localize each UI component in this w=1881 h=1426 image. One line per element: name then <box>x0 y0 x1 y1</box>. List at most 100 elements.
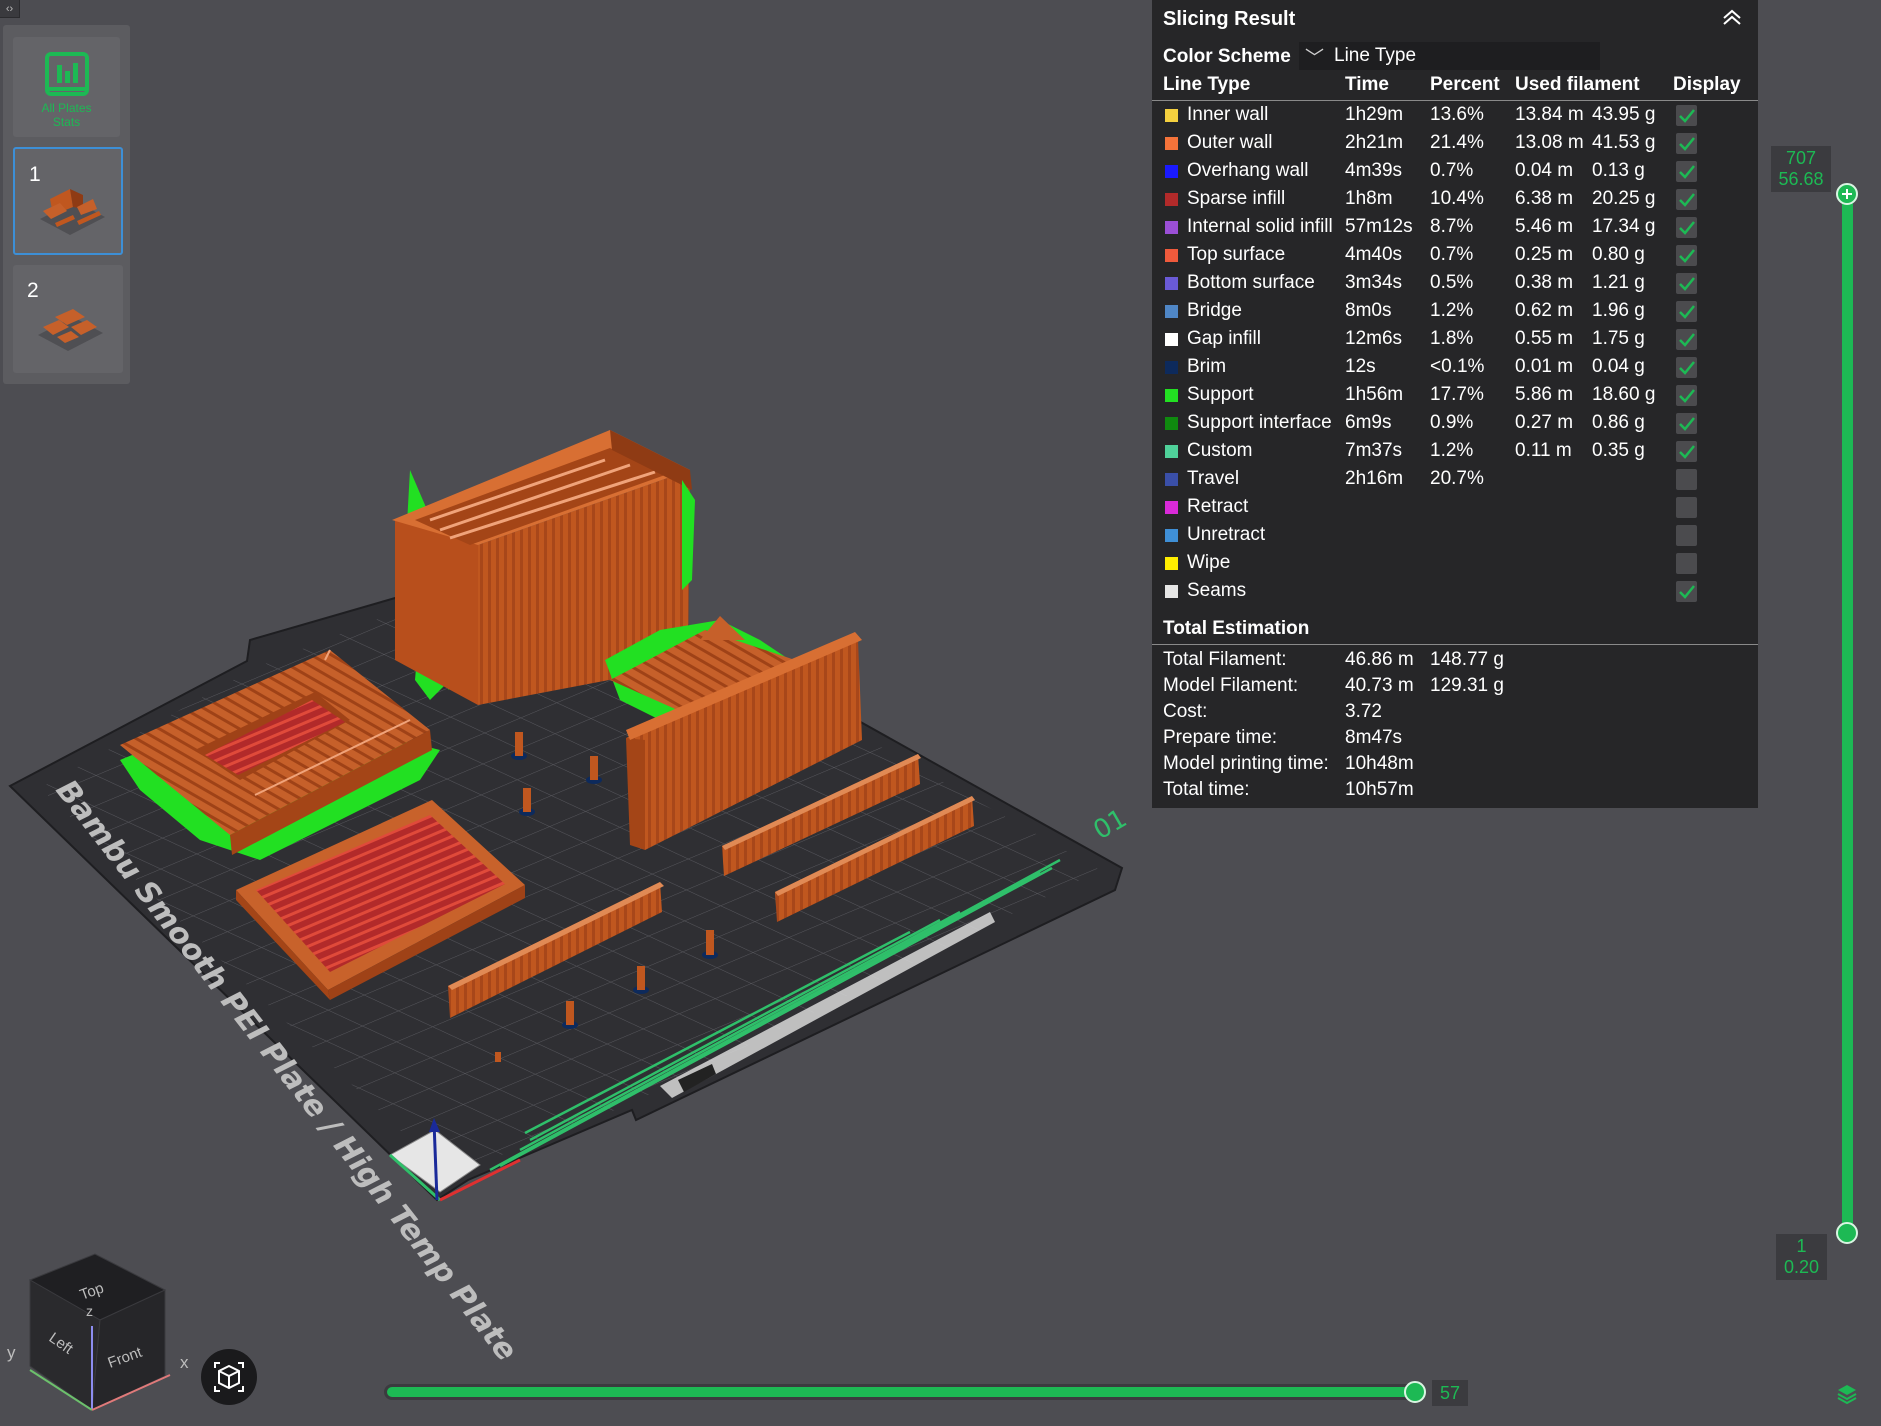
display-checkbox[interactable] <box>1676 217 1697 238</box>
line-type-length: 0.62 m <box>1515 300 1574 321</box>
all-plates-stats-button[interactable]: All Plates Stats <box>13 37 120 137</box>
line-type-weight: 17.34 g <box>1592 216 1656 237</box>
color-swatch <box>1165 389 1178 402</box>
checkmark-icon <box>1679 361 1695 375</box>
display-checkbox[interactable] <box>1676 105 1697 126</box>
reset-camera-button[interactable] <box>201 1349 257 1405</box>
color-swatch <box>1165 417 1178 430</box>
navigation-cube[interactable] <box>28 1253 171 1411</box>
line-type-time: 8m0s <box>1345 300 1392 321</box>
table-row: Travel 2h16m 20.7% <box>1152 465 1758 493</box>
display-checkbox[interactable] <box>1676 161 1697 182</box>
column-header-used-filament: Used filament <box>1515 74 1640 95</box>
display-checkbox[interactable] <box>1676 357 1697 378</box>
bottom-layer-height: 0.20 <box>1783 1257 1820 1277</box>
line-type-weight: 0.86 g <box>1592 412 1645 433</box>
plate-number: 01 <box>1089 804 1133 847</box>
plate-1-thumbnail[interactable]: 1 <box>13 147 123 255</box>
line-type-weight: 0.04 g <box>1592 356 1645 377</box>
display-checkbox[interactable] <box>1676 413 1697 434</box>
display-checkbox[interactable] <box>1676 385 1697 406</box>
line-type-time: 4m40s <box>1345 244 1403 265</box>
line-type-name: Custom <box>1187 440 1253 461</box>
collapse-sidebar-button[interactable]: ‹› <box>0 0 20 18</box>
line-type-length: 0.04 m <box>1515 160 1574 181</box>
color-swatch <box>1165 585 1178 598</box>
display-checkbox[interactable] <box>1676 553 1697 574</box>
line-type-name: Wipe <box>1187 552 1231 573</box>
total-estimation-title: Total Estimation <box>1152 614 1758 645</box>
move-slider-value: 57 <box>1432 1380 1468 1406</box>
line-type-name: Retract <box>1187 496 1249 517</box>
line-type-percent: <0.1% <box>1430 356 1485 377</box>
plate-sidebar: All Plates Stats 1 2 <box>3 25 130 384</box>
move-slider-handle[interactable] <box>1404 1381 1426 1403</box>
line-type-name: Sparse infill <box>1187 188 1286 209</box>
color-swatch <box>1165 165 1178 178</box>
display-checkbox[interactable] <box>1676 525 1697 546</box>
checkmark-icon <box>1679 333 1695 347</box>
total-row: Model Filament: 40.73 m 129.31 g <box>1152 673 1758 699</box>
color-swatch <box>1165 277 1178 290</box>
checkmark-icon <box>1679 193 1695 207</box>
checkmark-icon <box>1679 445 1695 459</box>
layers-icon[interactable] <box>1836 1382 1858 1404</box>
line-type-percent: 0.7% <box>1430 244 1474 265</box>
color-swatch <box>1165 473 1178 486</box>
line-type-weight: 20.25 g <box>1592 188 1656 209</box>
line-type-length: 0.11 m <box>1515 440 1572 461</box>
color-swatch <box>1165 305 1178 318</box>
checkmark-icon <box>1679 417 1695 431</box>
bar-chart-icon <box>44 52 89 96</box>
move-slider-track[interactable] <box>384 1384 1418 1400</box>
color-scheme-value: Line Type <box>1334 45 1417 66</box>
collapse-panel-button[interactable] <box>1722 8 1742 31</box>
total-row: Model printing time: 10h48m <box>1152 751 1758 777</box>
line-type-name: Top surface <box>1187 244 1286 265</box>
line-type-name: Travel <box>1187 468 1240 489</box>
line-type-name: Bridge <box>1187 300 1242 321</box>
display-checkbox[interactable] <box>1676 189 1697 210</box>
table-row: Unretract <box>1152 521 1758 549</box>
line-type-name: Overhang wall <box>1187 160 1309 181</box>
table-row: Inner wall 1h29m 13.6% 13.84 m 43.95 g <box>1152 101 1758 129</box>
total-estimation-table: Total Filament: 46.86 m 148.77 g Model Fila… <box>1152 647 1758 803</box>
plate-2-thumbnail[interactable]: 2 <box>13 265 123 373</box>
display-checkbox[interactable] <box>1676 469 1697 490</box>
table-row: Top surface 4m40s 0.7% 0.25 m 0.80 g <box>1152 241 1758 269</box>
table-row: Support interface 6m9s 0.9% 0.27 m 0.86 g <box>1152 409 1758 437</box>
total-value: 10h48m <box>1345 753 1414 774</box>
line-type-time: 6m9s <box>1345 412 1392 433</box>
checkmark-icon <box>1679 585 1695 599</box>
display-checkbox[interactable] <box>1676 497 1697 518</box>
display-checkbox[interactable] <box>1676 245 1697 266</box>
slicing-result-panel: Slicing Result Color Scheme ﹀ Line Type … <box>1152 0 1758 808</box>
display-checkbox[interactable] <box>1676 273 1697 294</box>
line-type-percent: 20.7% <box>1430 468 1484 489</box>
line-type-time: 1h56m <box>1345 384 1404 405</box>
column-header-display: Display <box>1673 74 1741 95</box>
display-checkbox[interactable] <box>1676 301 1697 322</box>
layer-slider-bottom-handle[interactable] <box>1836 1222 1858 1244</box>
axis-z-label: z <box>86 1303 93 1319</box>
plus-icon <box>1842 189 1852 199</box>
line-type-weight: 41.53 g <box>1592 132 1656 153</box>
line-type-time: 57m12s <box>1345 216 1413 237</box>
line-type-name: Support <box>1187 384 1254 405</box>
layer-slider-track[interactable] <box>1842 192 1853 1234</box>
display-checkbox[interactable] <box>1676 581 1697 602</box>
display-checkbox[interactable] <box>1676 329 1697 350</box>
color-scheme-dropdown[interactable]: ﹀ Line Type <box>1299 42 1600 70</box>
line-type-percent: 1.8% <box>1430 328 1474 349</box>
line-type-percent: 0.7% <box>1430 160 1474 181</box>
display-checkbox[interactable] <box>1676 133 1697 154</box>
display-checkbox[interactable] <box>1676 441 1697 462</box>
line-type-time: 1h29m <box>1345 104 1404 125</box>
line-type-length: 13.84 m <box>1515 104 1584 125</box>
all-plates-stats-label: Stats <box>52 115 81 129</box>
layer-slider-top-handle[interactable] <box>1836 183 1858 205</box>
color-swatch <box>1165 249 1178 262</box>
color-swatch <box>1165 501 1178 514</box>
checkmark-icon <box>1679 221 1695 235</box>
line-type-length: 0.01 m <box>1515 356 1574 377</box>
